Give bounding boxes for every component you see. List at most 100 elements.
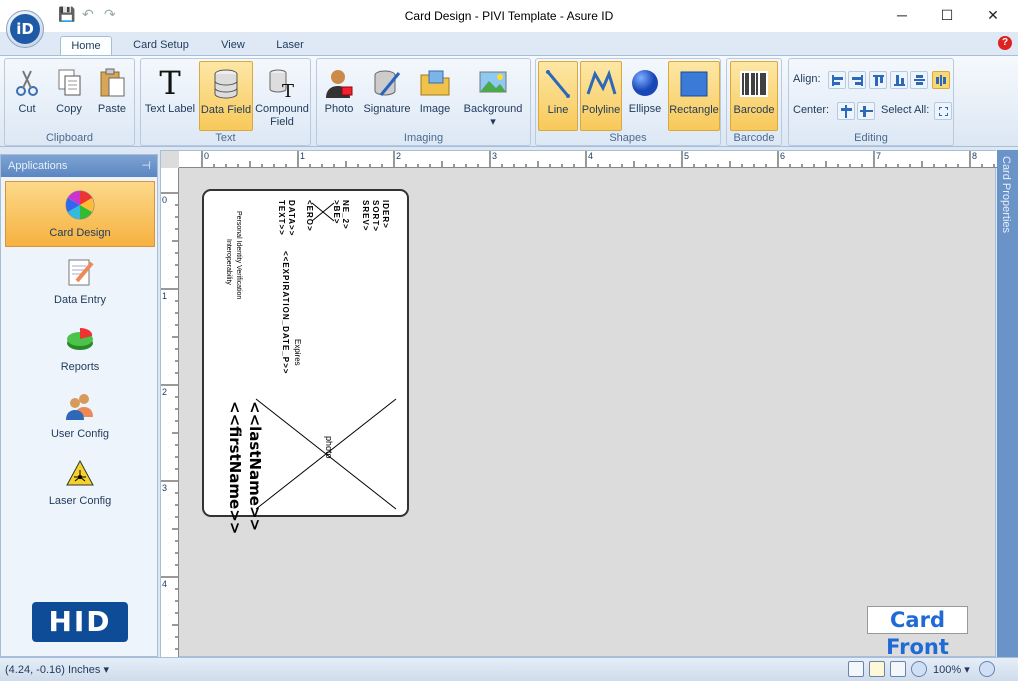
copy-button[interactable]: Copy	[49, 61, 89, 131]
align-right-button[interactable]	[848, 71, 866, 89]
text-field[interactable]: TEXT>>	[277, 200, 286, 236]
small-cross-shape	[311, 202, 335, 222]
align-top-button[interactable]	[869, 71, 887, 89]
laser-config-label: Laser Config	[48, 495, 112, 507]
ellipse-icon	[632, 70, 658, 96]
sidebar-header: Applications ⊣	[1, 155, 157, 177]
expiration-date-field[interactable]: <<EXPIRATION_DATE_P>>	[281, 251, 290, 374]
card-properties-label[interactable]: Card Properties	[1000, 156, 1012, 233]
print-preview-icon[interactable]	[890, 661, 906, 677]
center-horizontal-button[interactable]	[837, 102, 855, 120]
data-entry-label: Data Entry	[54, 294, 106, 306]
photo-placeholder-label[interactable]: photo	[324, 436, 334, 459]
image-label: Image	[419, 103, 451, 115]
sidebar-item-reports[interactable]: Reports	[5, 316, 155, 382]
id-card[interactable]: IDER> SORT> SREV> NE_2> >BE> <ERO> DATA>…	[202, 189, 409, 534]
color-wheel-icon	[65, 190, 95, 220]
tab-card-setup[interactable]: Card Setup	[126, 36, 196, 56]
ider-field[interactable]: IDER>	[381, 200, 390, 229]
signature-button[interactable]: Signature	[361, 61, 413, 131]
text-label-button[interactable]: T Text Label	[143, 61, 197, 131]
page-view-icon[interactable]	[848, 661, 864, 677]
sidebar-item-user-config[interactable]: User Config	[5, 383, 155, 449]
ruler-h-3: 3	[492, 151, 498, 161]
last-name-field[interactable]: <<lastName>>	[246, 401, 264, 531]
minimize-button[interactable]: ─	[888, 4, 916, 26]
sidebar-item-card-design[interactable]: Card Design	[5, 181, 155, 247]
units-dropdown-icon[interactable]: ▾	[103, 664, 109, 676]
compound-field-icon: T	[269, 69, 294, 99]
copy-icon	[58, 69, 81, 96]
align-middle-button[interactable]	[910, 71, 928, 89]
piv-title-line-1[interactable]: Personal Identity Verification	[235, 211, 242, 299]
ellipse-button[interactable]: Ellipse	[624, 61, 666, 131]
zoom-level[interactable]: 100% ▾	[933, 663, 970, 676]
photo-button[interactable]: Photo	[319, 61, 359, 131]
data-field-label: Data Field	[200, 104, 252, 116]
ne2-field[interactable]: NE_2>	[341, 200, 350, 230]
imaging-group: Photo Signature Image Background ▾ Imagin…	[316, 58, 531, 146]
rectangle-button[interactable]: Rectangle	[668, 61, 720, 131]
card-properties-panel[interactable]: Card Properties	[997, 150, 1018, 657]
cut-button[interactable]: Cut	[7, 61, 47, 131]
sidebar-item-data-entry[interactable]: Data Entry	[5, 249, 155, 315]
data-field[interactable]: DATA>>	[287, 200, 296, 236]
srev-field[interactable]: SREV>	[361, 200, 370, 231]
text-group-label: Text	[215, 132, 236, 144]
expires-label[interactable]: Expires	[293, 339, 302, 366]
app-logo-icon[interactable]: iD	[6, 10, 44, 48]
tab-home[interactable]: Home	[60, 36, 112, 56]
piv-title-line-2[interactable]: Interoperability	[225, 239, 232, 285]
ruler-h-5: 5	[684, 151, 690, 161]
sidebar-item-laser-config[interactable]: Laser Config	[5, 450, 155, 516]
help-icon[interactable]: ?	[998, 36, 1012, 50]
design-canvas[interactable]: 0 1 2 3 4 5 6 7 8 0 1 2 3 4 IDER> SORT> …	[160, 150, 997, 659]
notepad-pencil-icon	[68, 259, 94, 286]
data-field-button[interactable]: Data Field	[199, 61, 253, 131]
ruler-v-1: 1	[162, 291, 168, 301]
cursor-coordinates[interactable]: (4.24, -0.16) Inches ▾	[5, 663, 109, 676]
window-title: Card Design - PIVI Template - Asure ID	[404, 9, 614, 23]
ruler-v-4: 4	[162, 579, 168, 589]
background-button[interactable]: Background ▾	[457, 61, 529, 131]
align-left-button[interactable]	[828, 71, 846, 89]
signature-label: Signature	[363, 103, 411, 115]
card-view-icon[interactable]	[869, 661, 885, 677]
tab-view[interactable]: View	[212, 36, 254, 56]
laser-warning-icon	[66, 459, 94, 486]
shapes-group-label: Shapes	[609, 132, 647, 144]
editing-group-label: Editing	[854, 132, 888, 144]
zoom-out-icon[interactable]	[911, 661, 927, 677]
card-side-label[interactable]: Card Front	[867, 606, 968, 659]
shapes-group: Line Polyline Ellipse Rectangle Shapes	[535, 58, 721, 146]
barcode-icon	[740, 71, 768, 97]
zoom-in-icon[interactable]	[979, 661, 995, 677]
compound-field-label: Compound Field	[255, 103, 309, 128]
select-all-button[interactable]	[934, 102, 952, 120]
maximize-button[interactable]: ☐	[933, 4, 961, 26]
barcode-group: Barcode Barcode	[726, 58, 782, 146]
close-button[interactable]: ✕	[979, 4, 1007, 26]
ruler-h-8: 8	[972, 151, 978, 161]
center-vertical-button[interactable]	[857, 102, 875, 120]
line-button[interactable]: Line	[538, 61, 578, 131]
compound-field-button[interactable]: T Compound Field	[255, 61, 309, 131]
polyline-button[interactable]: Polyline	[580, 61, 622, 131]
paste-button[interactable]: Paste	[91, 61, 133, 131]
hid-logo: HID	[32, 602, 128, 642]
first-name-field[interactable]: <<firstName>>	[226, 401, 244, 534]
align-bottom-button[interactable]	[890, 71, 908, 89]
align-center-button[interactable]	[932, 71, 950, 89]
be-field[interactable]: >BE>	[332, 200, 341, 224]
barcode-button[interactable]: Barcode	[730, 61, 778, 131]
ero-field[interactable]: <ERO>	[305, 200, 314, 232]
pin-icon[interactable]: ⊣	[141, 155, 151, 177]
ellipse-label: Ellipse	[628, 103, 662, 115]
sort-field[interactable]: SORT>	[371, 200, 380, 232]
ruler-v-3: 3	[162, 483, 168, 493]
ruler-v-2: 2	[162, 387, 168, 397]
tab-laser[interactable]: Laser	[268, 36, 312, 56]
text-label-label: Text Label	[144, 103, 196, 115]
image-button[interactable]: Image	[415, 61, 455, 131]
photo-label: Photo	[324, 103, 354, 115]
